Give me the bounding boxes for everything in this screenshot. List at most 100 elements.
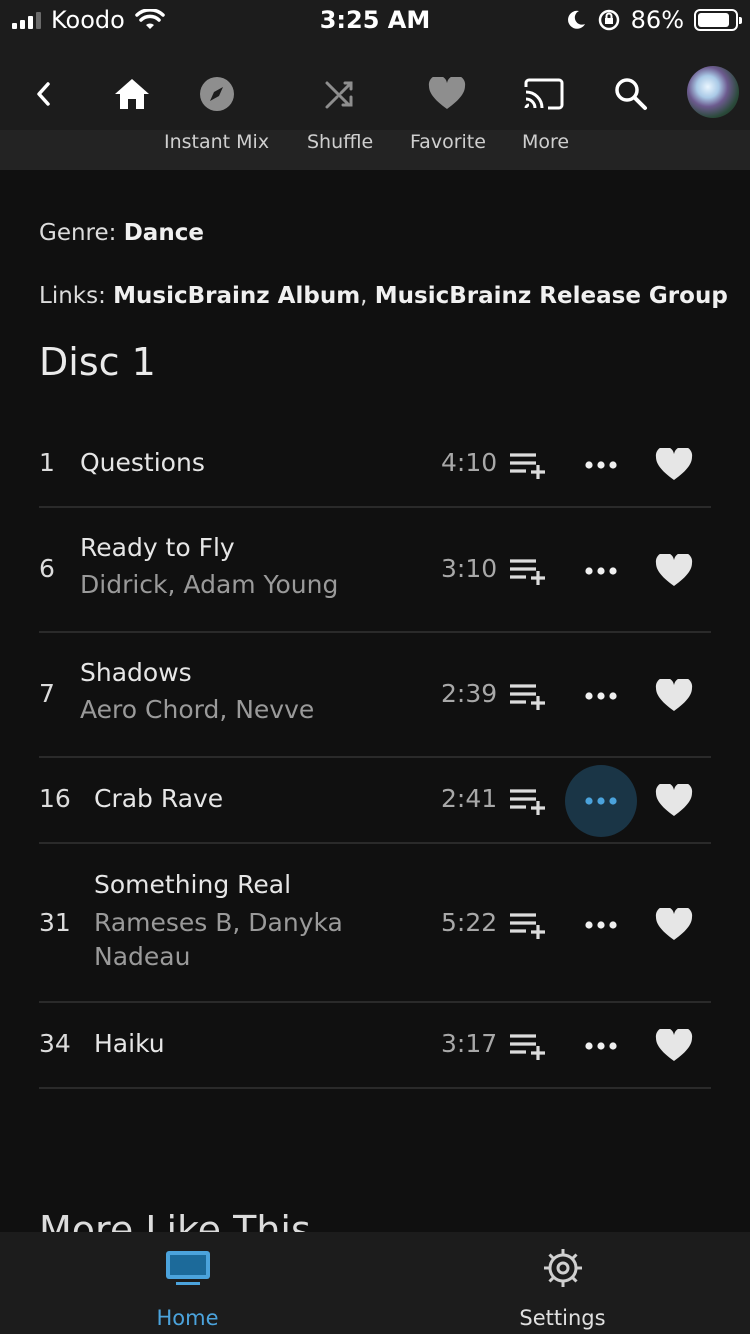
avatar[interactable] [687,66,739,118]
cast-button[interactable] [520,70,568,118]
track-number: 6 [39,554,55,583]
track-list: 1 Questions 4:10 6 Ready to Fly Didrick,… [39,422,711,1089]
search-icon [615,78,647,110]
disc-title: Disc 1 [39,340,156,384]
favorite-label[interactable]: Favorite [410,131,486,153]
musicbrainz-release-group-link[interactable]: MusicBrainz Release Group [375,283,728,309]
track-title: Something Real [94,870,292,899]
nav-settings-label: Settings [519,1306,606,1330]
track-more-button-focused[interactable] [565,765,637,837]
search-button[interactable] [607,70,655,118]
track-artist: Didrick, Adam Young [80,570,339,599]
musicbrainz-album-link[interactable]: MusicBrainz Album [113,283,360,309]
nav-settings[interactable]: Settings [375,1232,750,1334]
heart-icon [428,77,466,109]
track-favorite-button[interactable] [653,906,695,944]
battery-percent: 86% [630,6,684,34]
playlist-add-icon [510,453,545,479]
track-more-button[interactable] [565,889,637,961]
links-row: Links: MusicBrainz Album, MusicBrainz Re… [39,283,728,309]
more-dots-icon [585,1042,617,1050]
track-number: 16 [39,784,71,813]
track-more-button[interactable] [565,1010,637,1082]
track-row[interactable]: 31 Something Real Rameses B, Danyka Nade… [39,844,711,1003]
instant-mix-label[interactable]: Instant Mix [164,131,269,153]
bottom-nav: Home Settings [0,1232,750,1334]
playlist-add-icon [510,789,545,815]
home-icon [115,79,149,109]
heart-icon [655,679,693,711]
track-duration: 5:22 [441,908,498,937]
track-number: 1 [39,448,55,477]
track-duration: 3:17 [441,1029,498,1058]
back-button[interactable] [20,70,68,118]
track-row[interactable]: 16 Crab Rave 2:41 [39,758,711,844]
action-label-bar [0,130,750,170]
heart-icon [655,554,693,586]
track-favorite-button[interactable] [653,552,695,590]
more-dots-icon [585,461,617,469]
track-favorite-button[interactable] [653,782,695,820]
track-title: Questions [80,448,205,477]
track-duration: 3:10 [441,554,498,583]
track-row[interactable]: 1 Questions 4:10 [39,422,711,508]
add-to-playlist-button[interactable] [505,1028,551,1064]
battery-icon [694,9,742,31]
playlist-add-icon [510,559,545,585]
heart-icon [655,1029,693,1061]
add-to-playlist-button[interactable] [505,783,551,819]
track-more-button[interactable] [565,429,637,501]
compass-icon [200,77,234,111]
heart-icon [655,448,693,480]
nav-home-label: Home [156,1306,219,1330]
header-bar [0,40,750,140]
track-more-button[interactable] [565,535,637,607]
gear-icon [538,1248,588,1288]
track-title: Ready to Fly [80,533,235,562]
add-to-playlist-button[interactable] [505,553,551,589]
track-duration: 2:41 [441,784,498,813]
shuffle-button[interactable] [316,70,364,118]
more-dots-icon [585,567,617,575]
track-duration: 2:39 [441,679,498,708]
moon-icon [567,10,585,29]
track-row[interactable]: 34 Haiku 3:17 [39,1003,711,1089]
add-to-playlist-button[interactable] [505,678,551,714]
track-title: Haiku [94,1029,165,1058]
track-favorite-button[interactable] [653,1027,695,1065]
track-artist: Aero Chord, Nevve [80,695,315,724]
track-number: 34 [39,1029,71,1058]
add-to-playlist-button[interactable] [505,447,551,483]
link-separator: , [360,283,368,309]
shuffle-icon [325,81,353,109]
track-row[interactable]: 6 Ready to Fly Didrick, Adam Young 3:10 [39,508,711,633]
more-dots-icon [585,797,617,805]
instant-mix-button[interactable] [193,70,241,118]
home-button[interactable] [108,70,156,118]
track-row[interactable]: 7 Shadows Aero Chord, Nevve 2:39 [39,633,711,758]
shuffle-label[interactable]: Shuffle [307,131,373,153]
track-more-button[interactable] [565,660,637,732]
nav-home[interactable]: Home [0,1232,375,1334]
track-favorite-button[interactable] [653,677,695,715]
more-like-this-heading: More Like This [39,1212,311,1232]
rotation-lock-icon [598,9,619,31]
more-dots-icon [585,692,617,700]
genre-label: Genre: [39,220,117,246]
more-label[interactable]: More [522,131,569,153]
playlist-add-icon [510,913,545,939]
status-right: 86% [565,6,742,34]
track-favorite-button[interactable] [653,446,695,484]
add-to-playlist-button[interactable] [505,907,551,943]
track-number: 7 [39,679,55,708]
heart-icon [655,908,693,940]
playlist-add-icon [510,1034,545,1060]
links-label: Links: [39,283,106,309]
status-bar: Koodo 3:25 AM 86% [0,0,750,40]
genre-value[interactable]: Dance [124,220,204,246]
cast-icon [524,78,564,110]
favorite-button[interactable] [423,70,471,118]
more-dots-icon [585,921,617,929]
heart-icon [655,784,693,816]
tv-icon [163,1248,213,1288]
